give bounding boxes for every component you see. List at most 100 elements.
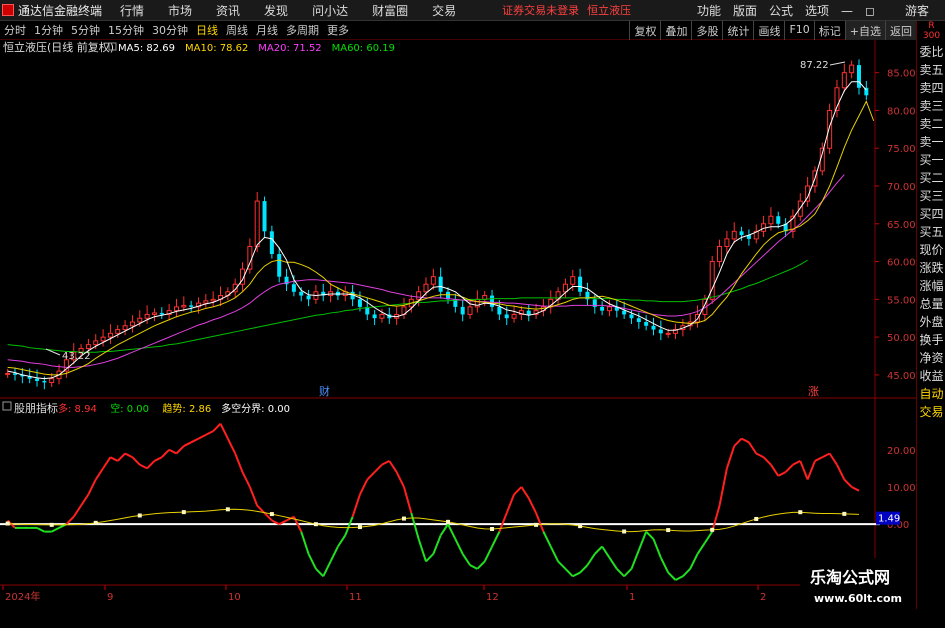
period-fenshi[interactable]: 分时: [0, 22, 30, 38]
sidebar-item-20[interactable]: 交易: [917, 403, 945, 421]
bull-bear-segment: [579, 564, 589, 574]
sidebar-item-11[interactable]: 现价: [917, 241, 945, 259]
sidebar-item-5[interactable]: 卖一: [917, 133, 945, 151]
menu-item-faxian[interactable]: 发现: [252, 2, 300, 19]
toolbar-f10[interactable]: F10: [784, 21, 813, 40]
candle-down: [13, 373, 18, 375]
period-1min[interactable]: 1分钟: [30, 22, 67, 38]
bull-bear-segment: [307, 553, 317, 570]
guest-label[interactable]: 游客: [899, 2, 935, 19]
sidebar-item-16[interactable]: 换手: [917, 331, 945, 349]
candle-up: [49, 378, 55, 383]
menu-item-caifuquan[interactable]: 财富圈: [360, 2, 420, 19]
sidebar-item-4[interactable]: 卖二: [917, 115, 945, 133]
toolbar-back[interactable]: 返回: [885, 21, 916, 40]
sidebar-item-10[interactable]: 买五: [917, 223, 945, 241]
toolbar-diejia[interactable]: 叠加: [660, 21, 691, 40]
menu-item-gongshi[interactable]: 公式: [763, 2, 799, 19]
menu-item-wenxiaoda[interactable]: 问小达: [300, 2, 360, 19]
trend-dot: [446, 519, 451, 524]
candle-down: [277, 254, 282, 277]
toolbar-duogu[interactable]: 多股: [691, 21, 722, 40]
right-menu: 功能 版面 公式 选项 — ◻ 游客: [691, 0, 945, 21]
candle-up: [210, 298, 216, 302]
candle-up: [827, 109, 833, 149]
period-multi[interactable]: 多周期: [282, 22, 323, 38]
bull-bear-segment: [704, 531, 714, 544]
candle-up: [841, 72, 847, 89]
bull-bear-segment: [630, 549, 640, 570]
candle-down: [372, 314, 377, 319]
candle-down: [776, 216, 781, 224]
menu-item-gongneng[interactable]: 功能: [691, 2, 727, 19]
chart-area[interactable]: 85.00 80.00 75.00 70.00 65.00 60.00 55.00 50.00…: [0, 40, 916, 628]
period-5min[interactable]: 5分钟: [67, 22, 104, 38]
sidebar-item-7[interactable]: 买二: [917, 169, 945, 187]
period-30min[interactable]: 30分钟: [148, 22, 192, 38]
bull-bear-segment: [542, 531, 552, 547]
sidebar-item-18[interactable]: 收益: [917, 367, 945, 385]
period-15min[interactable]: 15分钟: [104, 22, 148, 38]
bull-bear-segment: [836, 464, 846, 480]
bull-bear-segment: [594, 545, 603, 555]
candle-up: [562, 283, 568, 293]
candle-down: [269, 231, 274, 254]
menu-item-zixun[interactable]: 资讯: [204, 2, 252, 19]
toolbar-huaxian[interactable]: 画线: [753, 21, 784, 40]
sidebar-item-12[interactable]: 涨跌: [917, 259, 945, 277]
period-weekly[interactable]: 周线: [222, 22, 252, 38]
menu-item-xuanxiang[interactable]: 选项: [799, 2, 835, 19]
sidebar-badge[interactable]: R 300: [917, 21, 945, 43]
toolbar-add-watchlist[interactable]: +自选: [844, 21, 885, 40]
menu-item-jiaoyi[interactable]: 交易: [420, 2, 468, 19]
menu-item-shichang[interactable]: 市场: [156, 2, 204, 19]
sidebar-item-1[interactable]: 卖五: [917, 61, 945, 79]
bull-bear-segment: [851, 486, 860, 492]
sidebar-item-17[interactable]: 净资: [917, 349, 945, 367]
bull-bear-segment: [241, 471, 251, 488]
bull-bear-segment: [520, 486, 530, 499]
sidebar-item-14[interactable]: 总量: [917, 295, 945, 313]
bull-bear-segment: [799, 460, 809, 480]
candle-down: [644, 322, 649, 326]
candle-up: [665, 332, 671, 335]
menu-item-hangqing[interactable]: 行情: [108, 2, 156, 19]
bull-bear-segment: [733, 437, 743, 447]
menu-item-banmian[interactable]: 版面: [727, 2, 763, 19]
low-price-label: 43.22: [62, 351, 91, 362]
bull-bear-segment: [461, 553, 471, 566]
sidebar-item-19[interactable]: 自动: [917, 385, 945, 403]
minimize-icon[interactable]: —: [835, 4, 859, 18]
sidebar-item-13[interactable]: 涨幅: [917, 277, 945, 295]
toolbar-fuquan[interactable]: 复权: [629, 21, 660, 40]
login-warning[interactable]: 证券交易未登录: [502, 2, 579, 18]
period-daily[interactable]: 日线: [192, 22, 222, 38]
restore-icon[interactable]: ◻: [859, 4, 881, 18]
sidebar-item-15[interactable]: 外盘: [917, 313, 945, 331]
sidebar-item-6[interactable]: 买一: [917, 151, 945, 169]
bull-bear-segment: [198, 433, 207, 440]
chart-title: 恒立液压(日线 前复权): [3, 40, 114, 54]
bull-bear-segment: [300, 531, 310, 555]
sidebar-item-8[interactable]: 买三: [917, 187, 945, 205]
toolbar-tongji[interactable]: 统计: [722, 21, 753, 40]
toolbar-biaoji[interactable]: 标记: [813, 21, 845, 40]
sidebar-item-3[interactable]: 卖三: [917, 97, 945, 115]
trend-dot: [49, 522, 54, 527]
period-more[interactable]: 更多: [323, 22, 353, 38]
bull-bear-segment: [623, 568, 633, 577]
candle-up: [768, 215, 774, 225]
bull-bear-segment: [175, 445, 185, 455]
bull-bear-segment: [205, 430, 214, 436]
trend-dot: [313, 522, 318, 527]
candle-up: [122, 325, 128, 331]
sidebar-item-2[interactable]: 卖四: [917, 79, 945, 97]
bull-bear-segment: [513, 486, 523, 496]
x-tick-label: 10: [228, 592, 241, 603]
sidebar-item-0[interactable]: 委比: [917, 43, 945, 61]
period-monthly[interactable]: 月线: [252, 22, 282, 38]
bull-bear-segment: [447, 523, 457, 540]
time-tick: 14:56: [915, 522, 916, 535]
sidebar-item-9[interactable]: 买四: [917, 205, 945, 223]
trend-line: [7, 508, 860, 533]
